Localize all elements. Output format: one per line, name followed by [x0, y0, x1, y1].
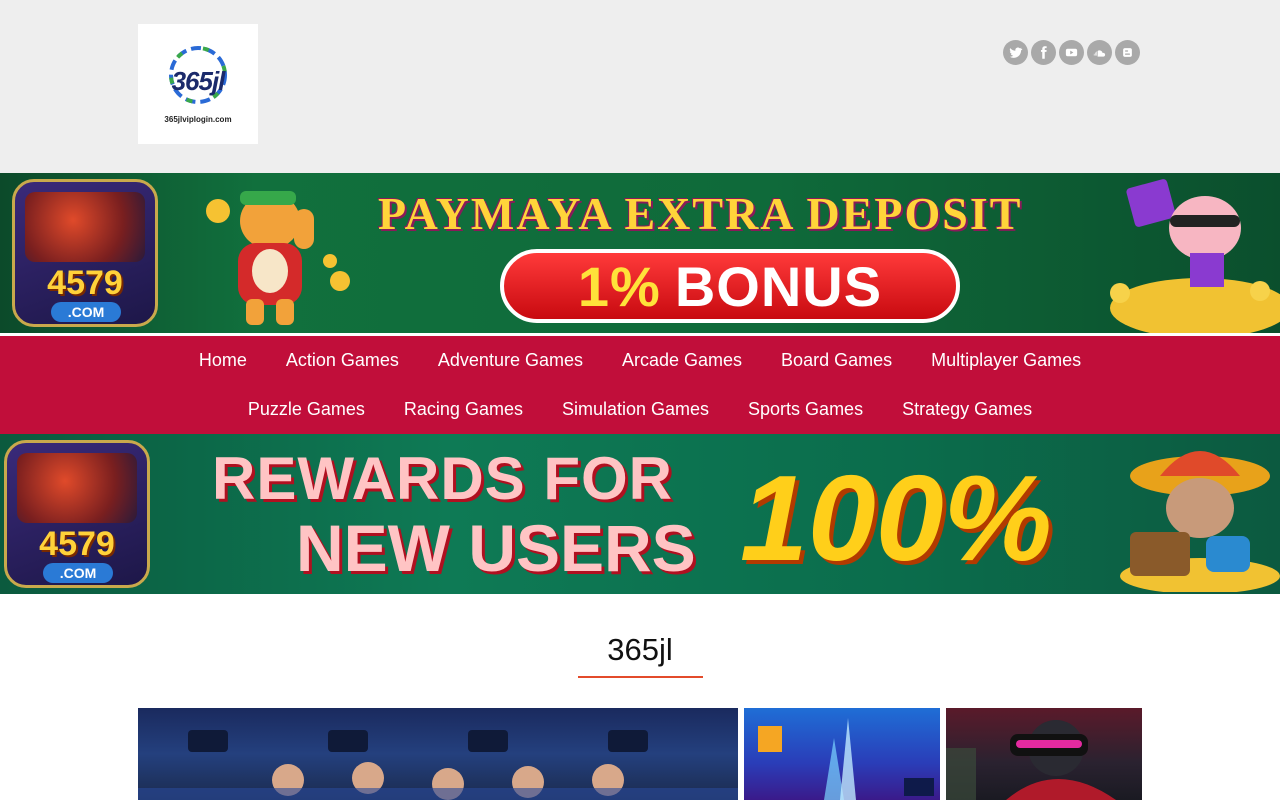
tiger-mascot-icon	[206, 191, 350, 325]
soundcloud-icon[interactable]	[1087, 40, 1112, 65]
site-logo[interactable]: 365jl 365jlviplogin.com	[138, 24, 258, 144]
social-links	[1003, 40, 1140, 65]
city-game-image	[758, 718, 934, 800]
bonus-percent: 1%	[577, 254, 661, 318]
nav-item-home[interactable]: Home	[199, 348, 247, 372]
featured-thumbnail-city-game[interactable]	[744, 708, 940, 800]
banner-percent: 100%	[740, 450, 1053, 586]
site-header: 365jl 365jlviplogin.com	[0, 0, 1280, 173]
app-icon-domain: .COM	[43, 563, 113, 583]
bonus-pill: 1% BONUS	[500, 249, 960, 323]
logo-domain: 365jlviplogin.com	[164, 115, 232, 124]
blogger-icon[interactable]	[1115, 40, 1140, 65]
facebook-icon[interactable]	[1031, 40, 1056, 65]
mouse-mascot-icon	[1120, 451, 1280, 592]
nav-item-simulation-games[interactable]: Simulation Games	[562, 397, 709, 421]
nav-row-2: Puzzle Games Racing Games Simulation Gam…	[0, 397, 1280, 421]
logo-text: 365jl	[171, 66, 226, 96]
nav-item-strategy-games[interactable]: Strategy Games	[902, 397, 1032, 421]
banner-line-1: REWARDS FOR	[212, 445, 673, 512]
promo-banner-paymaya[interactable]: 4579 .COM PAYMAYA EXTRA DEPOSIT 1% BONUS	[0, 173, 1280, 333]
nav-item-racing-games[interactable]: Racing Games	[404, 397, 523, 421]
page-title: 365jl	[607, 632, 673, 667]
pig-mascot-icon	[1110, 179, 1280, 333]
nav-item-multiplayer-games[interactable]: Multiplayer Games	[931, 348, 1081, 372]
app-icon-art	[17, 453, 137, 523]
nav-item-arcade-games[interactable]: Arcade Games	[622, 348, 742, 372]
twitter-icon[interactable]	[1003, 40, 1028, 65]
nav-item-board-games[interactable]: Board Games	[781, 348, 892, 372]
featured-thumbnail-esports-team[interactable]	[138, 708, 738, 800]
app-icon-number: 4579	[47, 264, 123, 302]
app-icon-domain: .COM	[51, 302, 121, 322]
banner-line-2: NEW USERS	[296, 511, 696, 585]
promo-banner-new-users[interactable]: 4579 .COM REWARDS FOR NEW USERS 100%	[0, 434, 1280, 594]
banner-headline: PAYMAYA EXTRA DEPOSIT	[378, 188, 1023, 239]
app-icon-4579: 4579 .COM	[4, 440, 150, 588]
nav-item-sports-games[interactable]: Sports Games	[748, 397, 863, 421]
nav-item-adventure-games[interactable]: Adventure Games	[438, 348, 583, 372]
bonus-word: BONUS	[674, 254, 883, 318]
app-icon-art	[25, 192, 145, 262]
esports-team-image	[138, 730, 738, 800]
nav-item-action-games[interactable]: Action Games	[286, 348, 399, 372]
title-underline	[578, 676, 703, 678]
featured-thumbnail-vr-gamer[interactable]	[946, 708, 1142, 800]
main-nav: Home Action Games Adventure Games Arcade…	[0, 336, 1280, 434]
app-icon-4579: 4579 .COM	[12, 179, 158, 327]
nav-row-1: Home Action Games Adventure Games Arcade…	[0, 348, 1280, 372]
nav-item-puzzle-games[interactable]: Puzzle Games	[248, 397, 365, 421]
vr-gamer-image	[946, 720, 1116, 800]
app-icon-number: 4579	[39, 525, 115, 563]
youtube-icon[interactable]	[1059, 40, 1084, 65]
